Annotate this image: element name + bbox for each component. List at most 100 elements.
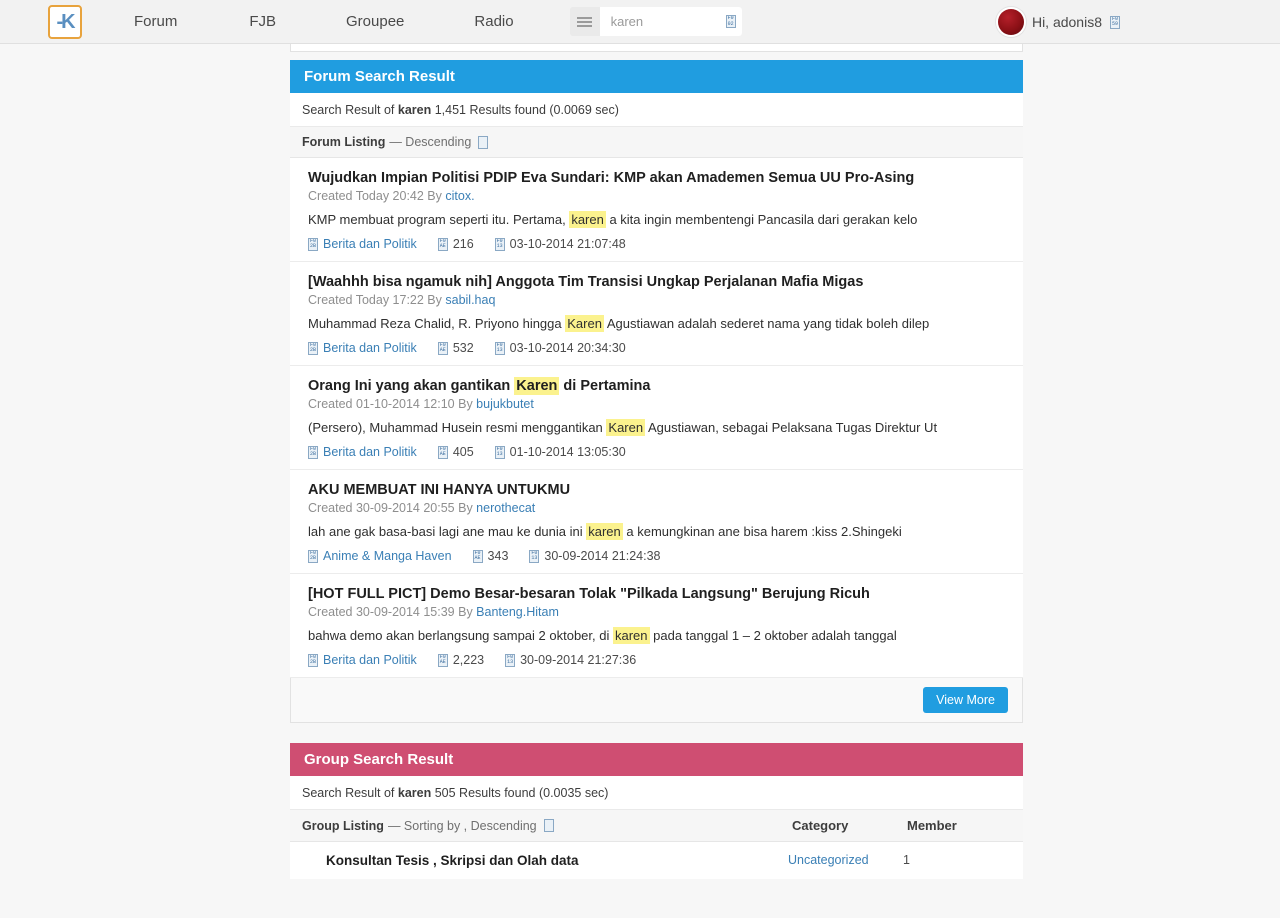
calendar-icon: F0 13 bbox=[529, 549, 540, 563]
search-input[interactable] bbox=[608, 13, 726, 30]
result-created: Created 01-10-2014 12:10 By bbox=[308, 397, 477, 412]
views-icon: F0 AE bbox=[472, 549, 483, 563]
forum-summary-prefix: Search Result of bbox=[302, 103, 398, 117]
forum-card-footer: View More bbox=[290, 678, 1023, 723]
sort-toggle-icon[interactable] bbox=[478, 135, 489, 149]
forum-result-item[interactable]: [HOT FULL PICT] Demo Besar-besaran Tolak… bbox=[290, 574, 1023, 678]
group-listing-title: Group Listing bbox=[302, 818, 384, 833]
views-icon: F0 AE bbox=[437, 341, 448, 355]
category-icon: F0 2B bbox=[308, 445, 318, 459]
sort-toggle-icon[interactable] bbox=[543, 819, 554, 832]
hamburger-icon[interactable] bbox=[569, 7, 600, 36]
category-icon: F0 2B bbox=[308, 341, 318, 355]
result-date: 30-09-2014 21:27:36 bbox=[520, 653, 637, 667]
snippet-before: bahwa demo akan berlangsung sampai 2 okt… bbox=[308, 628, 613, 644]
group-category[interactable]: Uncategorized bbox=[788, 853, 903, 867]
result-title[interactable]: [Waahhh bisa ngamuk nih] Anggota Tim Tra… bbox=[308, 274, 1007, 291]
snippet-after: Agustiawan, sebagai Pelaksana Tugas Dire… bbox=[645, 420, 938, 436]
snippet-before: (Persero), Muhammad Husein resmi menggan… bbox=[308, 420, 607, 436]
group-name[interactable]: Konsultan Tesis , Skripsi dan Olah data bbox=[326, 853, 788, 868]
snippet-before: lah ane gak basa-basi lagi ane mau ke du… bbox=[308, 524, 587, 540]
snippet-highlight: Karen bbox=[565, 315, 604, 333]
result-date: 01-10-2014 13:05:30 bbox=[509, 445, 626, 459]
result-author-link[interactable]: sabil.haq bbox=[445, 293, 495, 307]
result-author-link[interactable]: nerothecat bbox=[476, 501, 535, 515]
result-stats: F0 2B Berita dan Politik F0 AE 405 F0 13 01… bbox=[308, 445, 1007, 459]
result-category-link[interactable]: Berita dan Politik bbox=[323, 653, 417, 667]
kaskus-k-icon: -K bbox=[56, 10, 75, 33]
forum-result-item[interactable]: Orang Ini yang akan gantikan Karen di Pe… bbox=[290, 366, 1023, 470]
group-listing-sort[interactable]: — Sorting by , Descending bbox=[388, 819, 537, 833]
result-date: 30-09-2014 21:24:38 bbox=[544, 549, 661, 563]
result-meta: Created 01-10-2014 12:10 By bujukbutet bbox=[308, 397, 1007, 411]
result-category-link[interactable]: Anime & Manga Haven bbox=[323, 549, 452, 563]
group-listing-bar: Group Listing — Sorting by , Descending … bbox=[290, 810, 1023, 842]
result-created: Created 30-09-2014 20:55 By bbox=[308, 501, 477, 516]
calendar-icon: F0 13 bbox=[494, 341, 505, 355]
forum-listing-bar: Forum Listing — Descending bbox=[290, 127, 1023, 158]
group-row[interactable]: Konsultan Tesis , Skripsi dan Olah data … bbox=[290, 842, 1023, 879]
result-meta: Created Today 20:42 By citox. bbox=[308, 189, 1007, 203]
result-stats: F0 2B Berita dan Politik F0 AE 216 F0 13 03… bbox=[308, 237, 1007, 251]
result-created: Created Today 20:42 By bbox=[308, 189, 446, 204]
group-member-count: 1 bbox=[903, 853, 910, 867]
forum-listing-sort[interactable]: — Descending bbox=[389, 135, 471, 149]
column-header-member: Member bbox=[907, 818, 957, 833]
result-author-link[interactable]: citox. bbox=[445, 189, 474, 203]
user-menu[interactable]: Hi, adonis8 F0 59 bbox=[997, 0, 1120, 44]
user-badge-icon[interactable]: F0 59 bbox=[1110, 15, 1120, 29]
result-title[interactable]: Orang Ini yang akan gantikan Karen di Pe… bbox=[308, 377, 1007, 395]
search-field-wrapper: F002 bbox=[599, 7, 742, 36]
forum-result-item[interactable]: AKU MEMBUAT INI HANYA UNTUKMU Created 30… bbox=[290, 470, 1023, 574]
group-search-banner-title: Group Search Result bbox=[304, 751, 454, 768]
result-author-link[interactable]: bujukbutet bbox=[476, 397, 534, 411]
title-before: Orang Ini yang akan gantikan bbox=[308, 378, 515, 394]
group-search-banner: Group Search Result bbox=[290, 743, 1023, 776]
views-icon: F0 AE bbox=[437, 237, 448, 251]
result-views: 343 bbox=[487, 549, 509, 563]
nav-item-groupee[interactable]: Groupee bbox=[336, 13, 414, 30]
result-meta: Created 30-09-2014 15:39 By Banteng.Hita… bbox=[308, 605, 1007, 619]
category-icon: F0 2B bbox=[308, 549, 318, 563]
category-icon: F0 2B bbox=[308, 653, 318, 667]
result-snippet: KMP membuat program seperti itu. Pertama… bbox=[308, 211, 1007, 229]
view-more-button[interactable]: View More bbox=[923, 687, 1008, 713]
page-body: Forum Search Result Search Result of kar… bbox=[0, 36, 1280, 918]
result-author-link[interactable]: Banteng.Hitam bbox=[476, 605, 559, 619]
result-title[interactable]: [HOT FULL PICT] Demo Besar-besaran Tolak… bbox=[308, 586, 1007, 603]
snippet-after: Agustiawan adalah sederet nama yang tida… bbox=[603, 316, 930, 332]
site-logo[interactable]: -K bbox=[48, 4, 82, 39]
result-created: Created Today 17:22 By bbox=[308, 293, 446, 308]
result-snippet: bahwa demo akan berlangsung sampai 2 okt… bbox=[308, 627, 1007, 645]
nav-item-radio[interactable]: Radio bbox=[464, 13, 523, 30]
search-icon[interactable]: F0 02 bbox=[725, 15, 736, 28]
views-icon: F0 AE bbox=[437, 653, 448, 667]
result-views: 405 bbox=[452, 445, 474, 459]
snippet-after: a kita ingin membentengi Pancasila dari … bbox=[605, 212, 918, 228]
result-category-link[interactable]: Berita dan Politik bbox=[323, 341, 417, 355]
group-summary-suffix: 505 Results found (0.0035 sec) bbox=[431, 786, 609, 800]
result-title[interactable]: AKU MEMBUAT INI HANYA UNTUKMU bbox=[308, 482, 1007, 499]
forum-result-item[interactable]: [Waahhh bisa ngamuk nih] Anggota Tim Tra… bbox=[290, 262, 1023, 366]
forum-search-banner: Forum Search Result bbox=[290, 60, 1023, 93]
content-container: Forum Search Result Search Result of kar… bbox=[290, 36, 1023, 879]
snippet-before: Muhammad Reza Chalid, R. Priyono hingga bbox=[308, 316, 566, 332]
result-views: 532 bbox=[452, 341, 474, 355]
snippet-highlight: karen bbox=[586, 523, 623, 541]
snippet-after: a kemungkinan ane bisa harem :kiss 2.Shi… bbox=[622, 524, 902, 540]
result-category-link[interactable]: Berita dan Politik bbox=[323, 445, 417, 459]
forum-search-banner-title: Forum Search Result bbox=[304, 68, 455, 85]
group-result-summary: Search Result of karen 505 Results found… bbox=[290, 776, 1023, 810]
nav-item-fjb[interactable]: FJB bbox=[239, 13, 286, 30]
snippet-before: KMP membuat program seperti itu. Pertama… bbox=[308, 212, 570, 228]
nav-item-forum[interactable]: Forum bbox=[124, 13, 187, 30]
category-icon: F0 2B bbox=[308, 237, 318, 251]
result-stats: F0 2B Anime & Manga Haven F0 AE 343 F0 13 3… bbox=[308, 549, 1007, 563]
forum-result-item[interactable]: Wujudkan Impian Politisi PDIP Eva Sundar… bbox=[290, 158, 1023, 262]
result-date: 03-10-2014 21:07:48 bbox=[509, 237, 626, 251]
avatar bbox=[997, 9, 1024, 35]
result-category-link[interactable]: Berita dan Politik bbox=[323, 237, 417, 251]
result-snippet: Muhammad Reza Chalid, R. Priyono hingga … bbox=[308, 315, 1007, 333]
calendar-icon: F0 13 bbox=[494, 445, 505, 459]
result-title[interactable]: Wujudkan Impian Politisi PDIP Eva Sundar… bbox=[308, 170, 1007, 187]
